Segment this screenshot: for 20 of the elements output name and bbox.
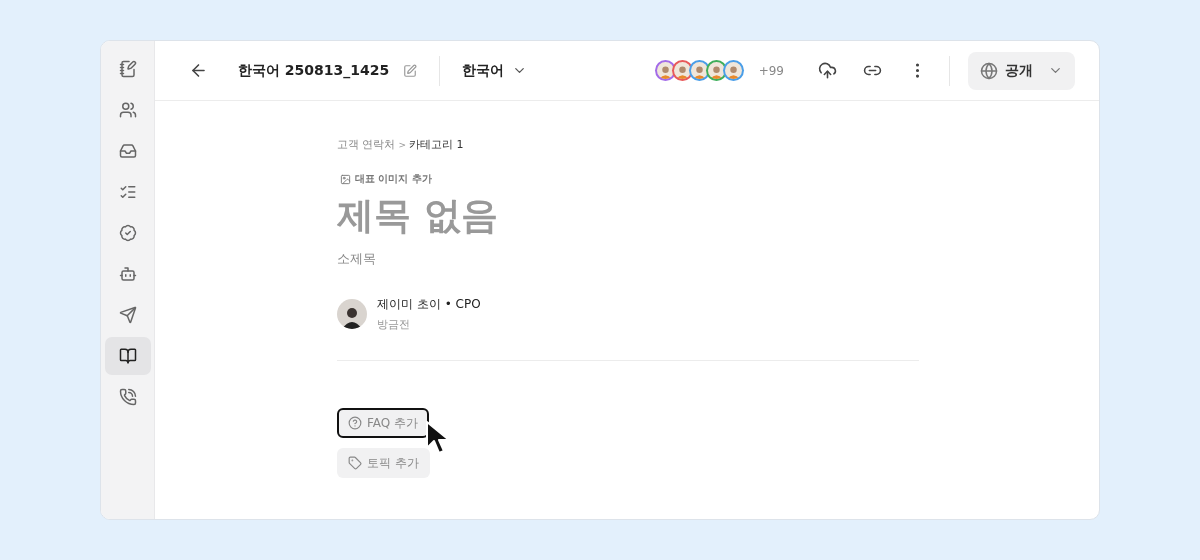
more-count: +99: [758, 63, 784, 78]
title-field[interactable]: 제목 없음: [337, 194, 897, 237]
globe-icon: [980, 61, 998, 80]
question-icon: [348, 416, 362, 430]
add-cover-button[interactable]: 대표 이미지 추가: [340, 172, 432, 186]
document-title: 한국어 250813_1425: [238, 61, 390, 80]
tag-icon: [348, 456, 362, 470]
image-icon: [340, 173, 351, 185]
author-name: 제이미 초이 • CPO: [377, 296, 481, 313]
author-time: 방금전: [377, 317, 411, 332]
subtitle-field[interactable]: 소제목: [337, 251, 637, 266]
breadcrumb-separator: >: [398, 139, 407, 150]
language-dropdown[interactable]: 한국어: [458, 57, 532, 84]
visibility-dropdown[interactable]: 공개: [968, 51, 1075, 90]
add-faq-button[interactable]: FAQ 추가: [337, 408, 430, 438]
breadcrumb-link[interactable]: 고객 연락처: [337, 137, 396, 152]
breadcrumb-link[interactable]: 카테고리 1: [409, 137, 464, 152]
author-avatar: [337, 299, 367, 329]
book-icon[interactable]: [104, 337, 151, 375]
add-topic-button[interactable]: 토픽 추가: [337, 448, 430, 478]
